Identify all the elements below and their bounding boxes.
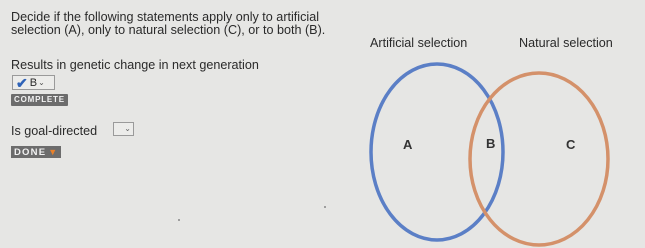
region-c-label: C [566,137,576,152]
stray-dot [324,206,326,208]
region-a-label: A [403,137,413,152]
natural-selection-circle[interactable] [468,71,610,247]
artificial-selection-circle[interactable] [369,62,505,242]
venn-diagram: A B C [369,62,610,247]
region-b-label: B [486,136,495,151]
stray-dot [178,219,180,221]
